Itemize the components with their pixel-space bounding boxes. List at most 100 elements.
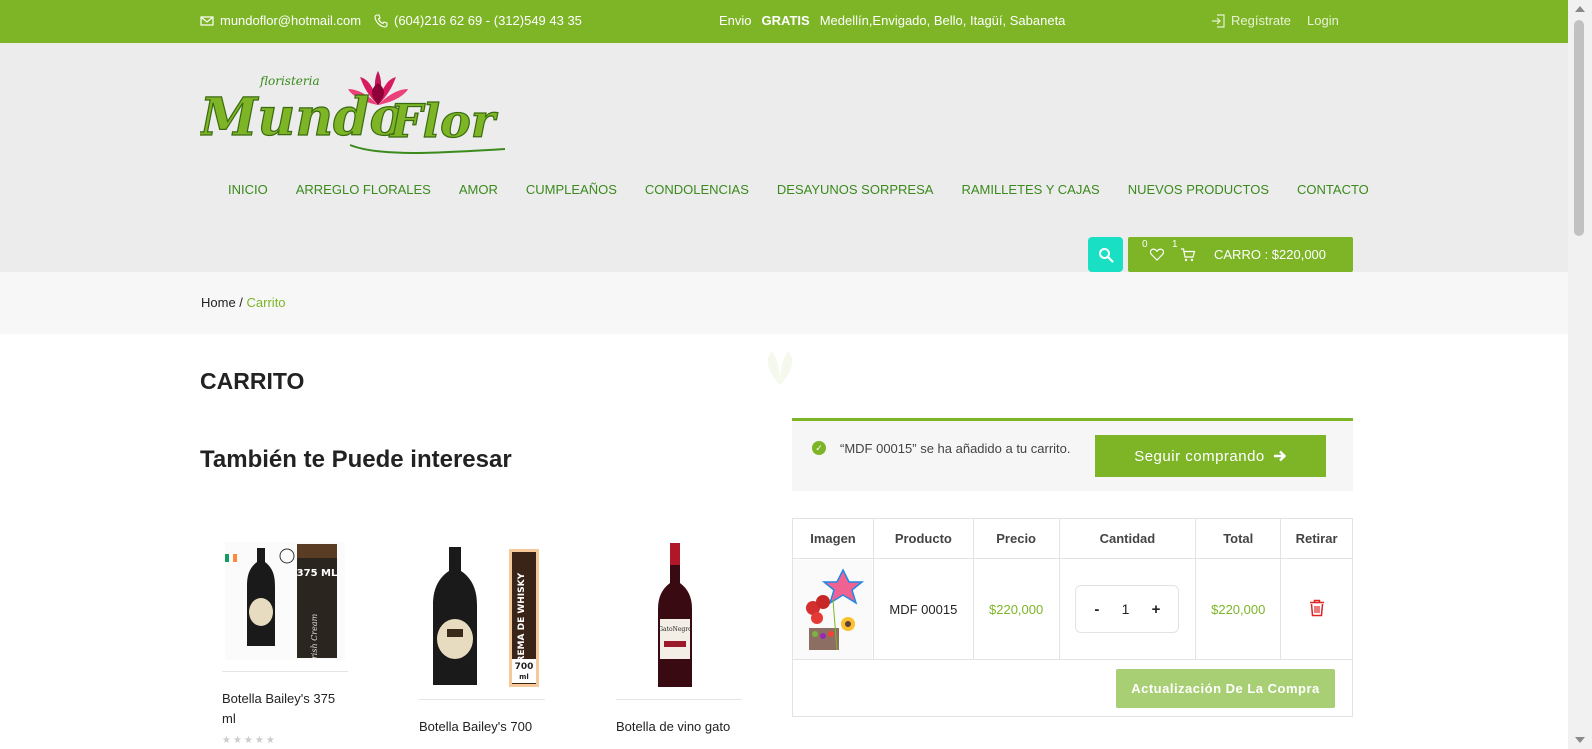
- search-icon: [1098, 247, 1114, 263]
- page-scrollbar[interactable]: [1568, 0, 1592, 749]
- divider: [616, 699, 742, 700]
- product-card[interactable]: 375 ML Irish Cream Botella Bailey's 375 …: [222, 535, 348, 746]
- mail-icon: [200, 15, 214, 26]
- column-header-image: Imagen: [792, 518, 874, 559]
- phone-icon: [374, 13, 388, 28]
- wishlist-link[interactable]: 0: [1142, 239, 1164, 261]
- related-products-title: También te Puede interesar: [200, 446, 512, 473]
- page-title: CARRITO: [200, 368, 305, 394]
- remove-cell: [1280, 558, 1353, 660]
- quantity-value[interactable]: 1: [1122, 601, 1130, 617]
- quantity-stepper[interactable]: - 1 +: [1075, 585, 1180, 633]
- svg-text:ml: ml: [519, 673, 529, 681]
- login-link[interactable]: Login: [1307, 13, 1339, 28]
- rating-stars: ★★★★★: [222, 735, 277, 746]
- mundo-flor-logo[interactable]: floristeria Mundo Flor: [200, 65, 506, 157]
- column-header-product: Producto: [872, 518, 974, 559]
- product-name[interactable]: Botella Bailey's 700: [419, 717, 545, 737]
- shipping-bold: GRATIS: [761, 13, 810, 28]
- trash-icon[interactable]: [1309, 599, 1325, 617]
- quantity-decrease-button[interactable]: -: [1094, 601, 1099, 618]
- email-text: mundoflor@hotmail.com: [220, 13, 362, 28]
- cart-count: 1: [1172, 238, 1178, 250]
- cart-item-total: $220,000: [1195, 558, 1282, 660]
- wishlist-count: 0: [1142, 239, 1148, 250]
- site-header: floristeria Mundo Flor INICIO ARREGLO FL…: [0, 43, 1568, 272]
- contact-email[interactable]: mundoflor@hotmail.com: [200, 13, 361, 28]
- scroll-up-arrow-icon[interactable]: [1575, 6, 1585, 12]
- nav-ramilletes-y-cajas[interactable]: RAMILLETES Y CAJAS: [947, 182, 1113, 197]
- check-icon: ✓: [812, 441, 826, 455]
- added-to-cart-notice: ✓ “MDF 00015” se ha añadido a tu carrito…: [792, 418, 1353, 491]
- cart-item-image[interactable]: [792, 558, 874, 660]
- shipping-notice: Envio GRATIS Medellín,Envigado, Bello, Ita…: [719, 13, 1069, 28]
- cart-item-price: $220,000: [972, 558, 1060, 660]
- notice-message: “MDF 00015” se ha añadido a tu carrito.: [840, 441, 1071, 456]
- cart-count-badge: 1: [1172, 239, 1196, 262]
- scroll-down-arrow-icon[interactable]: [1575, 737, 1585, 743]
- search-button[interactable]: [1088, 237, 1123, 272]
- product-name[interactable]: Botella de vino gato: [616, 717, 742, 737]
- breadcrumb-home[interactable]: Home: [201, 295, 236, 310]
- login-icon: [1212, 13, 1225, 28]
- breadcrumb-current: Carrito: [246, 295, 286, 310]
- nav-inicio[interactable]: INICIO: [214, 182, 282, 197]
- divider: [419, 699, 545, 700]
- cart-icon: [1181, 247, 1196, 261]
- column-header-total: Total: [1195, 518, 1282, 559]
- product-1-label: 375 ML: [297, 568, 338, 579]
- product-card[interactable]: GatoNegro Botella de vino gato: [616, 537, 742, 737]
- svg-text:Irish Cream: Irish Cream: [310, 613, 319, 660]
- scrollbar-thumb[interactable]: [1574, 20, 1584, 236]
- update-cell: Actualización De La Compra: [792, 659, 1353, 717]
- contact-phone[interactable]: (604)216 62 69 - (312)549 43 35: [374, 13, 582, 28]
- product-card[interactable]: CREMA DE WHISKY 700 ml Botella Bailey's …: [419, 537, 545, 737]
- login-text: Login: [1307, 13, 1339, 28]
- flower-watermark-icon: [767, 351, 793, 385]
- top-bar: mundoflor@hotmail.com (604)216 62 69 - (…: [0, 0, 1568, 43]
- cart-item-name[interactable]: MDF 00015: [872, 558, 974, 660]
- product-image[interactable]: GatoNegro: [616, 537, 742, 695]
- nav-contacto[interactable]: CONTACTO: [1283, 182, 1383, 197]
- svg-text:Flor: Flor: [388, 94, 499, 148]
- quantity-increase-button[interactable]: +: [1152, 601, 1161, 618]
- nav-nuevos-productos[interactable]: NUEVOS PRODUCTOS: [1114, 182, 1283, 197]
- product-2-label: CREMA DE WHISKY: [517, 572, 527, 669]
- product-image[interactable]: 375 ML Irish Cream: [222, 535, 348, 667]
- column-header-remove: Retirar: [1280, 518, 1353, 559]
- arrow-right-icon: [1273, 450, 1286, 462]
- column-header-price: Precio: [972, 518, 1060, 559]
- heart-icon: [1150, 248, 1164, 261]
- breadcrumb-separator: /: [235, 295, 247, 310]
- continue-shopping-button[interactable]: Seguir comprando: [1095, 435, 1326, 477]
- cart-table: Imagen Producto Precio Cantidad Total Re…: [792, 518, 1353, 717]
- nav-arreglo-florales[interactable]: ARREGLO FLORALES: [282, 182, 445, 197]
- main-nav: INICIO ARREGLO FLORALES AMOR CUMPLEAÑOS …: [214, 182, 1383, 197]
- svg-text:700: 700: [515, 662, 534, 672]
- svg-text:Mundo: Mundo: [200, 87, 404, 148]
- shipping-cities: Medellín,Envigado, Bello, Itagüí, Sabane…: [819, 13, 1066, 28]
- svg-text:floristeria: floristeria: [259, 74, 320, 88]
- shipping-prefix: Envio: [719, 13, 752, 28]
- nav-desayunos-sorpresa[interactable]: DESAYUNOS SORPRESA: [763, 182, 948, 197]
- continue-shopping-label: Seguir comprando: [1134, 447, 1265, 465]
- divider: [222, 671, 348, 672]
- table-row: MDF 00015 $220,000 - 1 + $220,000: [792, 558, 1353, 660]
- nav-condolencias[interactable]: CONDOLENCIAS: [631, 182, 763, 197]
- phone-text: (604)216 62 69 - (312)549 43 35: [394, 13, 582, 28]
- nav-cumpleanos[interactable]: CUMPLEAÑOS: [512, 182, 631, 197]
- cart-item-quantity-cell: - 1 +: [1058, 558, 1197, 660]
- update-cart-button[interactable]: Actualización De La Compra: [1116, 668, 1335, 708]
- register-link[interactable]: Regístrate: [1211, 13, 1291, 28]
- table-header-row: Imagen Producto Precio Cantidad Total Re…: [792, 518, 1353, 559]
- cart-button[interactable]: 0 1 CARRO : $220,000: [1128, 237, 1353, 272]
- product-3-label: GatoNegro: [658, 626, 692, 633]
- register-text: Regístrate: [1231, 13, 1291, 28]
- breadcrumb: Home / Carrito: [0, 272, 1568, 334]
- column-header-quantity: Cantidad: [1058, 518, 1197, 559]
- product-image[interactable]: CREMA DE WHISKY 700 ml: [419, 537, 545, 695]
- nav-amor[interactable]: AMOR: [445, 182, 512, 197]
- table-footer-row: Actualización De La Compra: [792, 659, 1353, 717]
- product-name[interactable]: Botella Bailey's 375 ml: [222, 689, 348, 729]
- cart-total-label: CARRO : $220,000: [1214, 247, 1327, 262]
